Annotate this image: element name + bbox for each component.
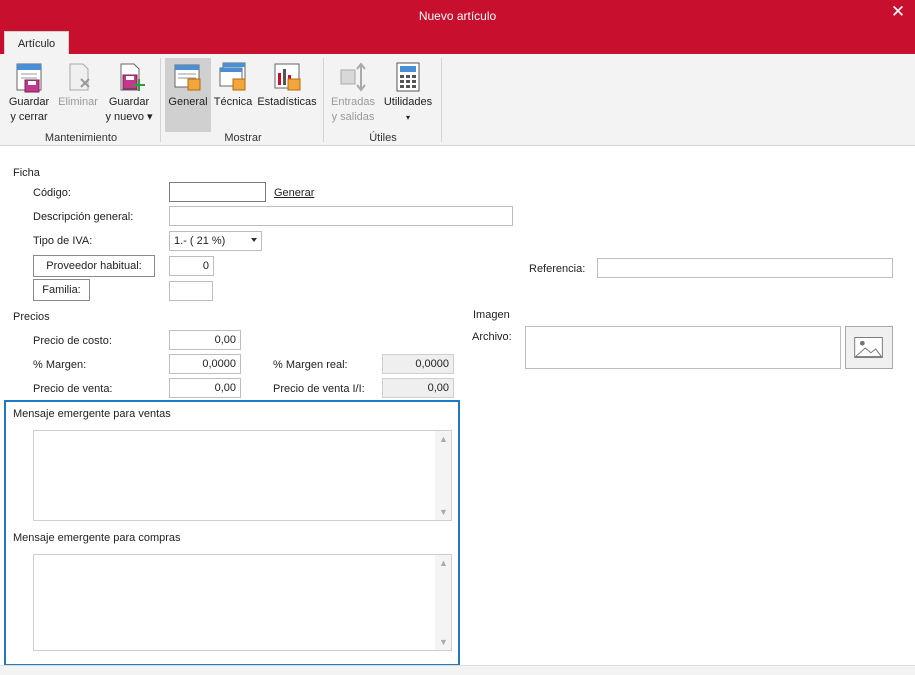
referencia-label: Referencia:	[529, 263, 586, 275]
general-view-label: General	[168, 96, 208, 108]
proveedor-habitual-button[interactable]: Proveedor habitual:	[33, 255, 155, 277]
window-bottom-edge	[0, 665, 915, 675]
stock-movements-button[interactable]: Entradas y salidas	[328, 58, 378, 130]
generar-link[interactable]: Generar	[274, 187, 314, 199]
precio-costo-input[interactable]: 0,00	[169, 330, 241, 350]
proveedor-input[interactable]: 0	[169, 256, 214, 276]
article-form: Ficha Código: Generar Descripción genera…	[0, 147, 915, 675]
precio-costo-label: Precio de costo:	[33, 335, 112, 347]
group-label-mostrar: Mostrar	[224, 132, 262, 144]
iva-selected-value: 1.- ( 21 %)	[174, 235, 226, 247]
ribbon-tab-strip: Artículo	[0, 31, 915, 55]
mensaje-ventas-label: Mensaje emergente para ventas	[13, 408, 171, 420]
close-icon[interactable]: ✕	[889, 3, 907, 22]
group-label-utiles: Útiles	[369, 132, 397, 144]
descripcion-input[interactable]	[169, 206, 513, 226]
tab-articulo[interactable]: Artículo	[4, 31, 69, 55]
precio-venta-ii-field: 0,00	[382, 378, 454, 398]
delete-label: Eliminar	[58, 96, 98, 108]
statistics-icon	[274, 63, 301, 91]
chevron-down-icon	[251, 238, 257, 242]
familia-button[interactable]: Familia:	[33, 279, 90, 301]
technical-view-button[interactable]: Técnica	[212, 58, 254, 130]
mensaje-compras-label: Mensaje emergente para compras	[13, 532, 181, 544]
descripcion-label: Descripción general:	[33, 211, 134, 223]
precio-venta-ii-label: Precio de venta I/I:	[273, 383, 365, 395]
stock-movements-label-2: y salidas	[331, 111, 375, 123]
iva-select[interactable]: 1.- ( 21 %)	[169, 231, 262, 251]
mensaje-ventas-textarea[interactable]: ▲ ▼	[33, 430, 452, 521]
ribbon: Guardar y cerrar Eliminar Guardar y nuev…	[0, 54, 915, 146]
window-title: Nuevo artículo	[418, 9, 497, 23]
scroll-down-icon[interactable]: ▼	[439, 638, 448, 647]
save-new-icon	[120, 63, 145, 91]
section-imagen: Imagen	[473, 309, 510, 321]
section-precios: Precios	[13, 311, 50, 323]
save-new-label-1: Guardar	[108, 96, 150, 108]
margen-real-label: % Margen real:	[273, 359, 348, 371]
technical-view-label: Técnica	[213, 96, 253, 108]
ribbon-separator	[323, 58, 324, 142]
archivo-field[interactable]	[525, 326, 841, 369]
ribbon-separator	[441, 58, 442, 142]
utilities-label: Utilidades	[383, 96, 433, 108]
scroll-down-icon[interactable]: ▼	[439, 508, 448, 517]
stock-movements-icon	[340, 62, 366, 92]
title-bar: Nuevo artículo ✕	[0, 0, 915, 31]
mensaje-compras-textarea[interactable]: ▲ ▼	[33, 554, 452, 651]
delete-button[interactable]: Eliminar	[54, 58, 102, 130]
select-image-button[interactable]	[845, 326, 893, 369]
codigo-label: Código:	[33, 187, 71, 199]
save-close-label-1: Guardar	[8, 96, 50, 108]
scroll-up-icon[interactable]: ▲	[439, 559, 448, 568]
section-ficha: Ficha	[13, 167, 40, 179]
ribbon-separator	[160, 58, 161, 142]
scrollbar[interactable]: ▲ ▼	[435, 431, 451, 520]
save-new-label-2: y nuevo ▾	[105, 111, 153, 123]
precio-venta-label: Precio de venta:	[33, 383, 113, 395]
save-close-button[interactable]: Guardar y cerrar	[4, 58, 54, 130]
general-view-icon	[174, 64, 201, 91]
group-label-mantenimiento: Mantenimiento	[44, 132, 118, 144]
image-placeholder-icon	[854, 337, 883, 358]
familia-input[interactable]	[169, 281, 213, 301]
margen-real-field: 0,0000	[382, 354, 454, 374]
statistics-label: Estadísticas	[257, 96, 317, 108]
calculator-icon	[396, 62, 420, 92]
iva-label: Tipo de IVA:	[33, 235, 93, 247]
referencia-input[interactable]	[597, 258, 893, 278]
delete-icon	[69, 63, 90, 91]
save-close-label-2: y cerrar	[10, 111, 48, 123]
codigo-input[interactable]	[169, 182, 266, 202]
statistics-button[interactable]: Estadísticas	[255, 58, 319, 130]
precio-venta-input[interactable]: 0,00	[169, 378, 241, 398]
margen-input[interactable]: 0,0000	[169, 354, 241, 374]
stock-movements-label-1: Entradas	[330, 96, 376, 108]
technical-view-icon	[219, 62, 246, 91]
utilities-dropdown-indicator: ▾	[405, 113, 410, 122]
general-view-button[interactable]: General	[165, 58, 211, 132]
scroll-up-icon[interactable]: ▲	[439, 435, 448, 444]
archivo-label: Archivo:	[472, 331, 512, 343]
save-new-button[interactable]: Guardar y nuevo ▾	[102, 58, 156, 130]
scrollbar[interactable]: ▲ ▼	[435, 555, 451, 650]
utilities-button[interactable]: Utilidades ▾	[380, 58, 436, 130]
margen-label: % Margen:	[33, 359, 87, 371]
save-close-icon	[16, 63, 42, 93]
